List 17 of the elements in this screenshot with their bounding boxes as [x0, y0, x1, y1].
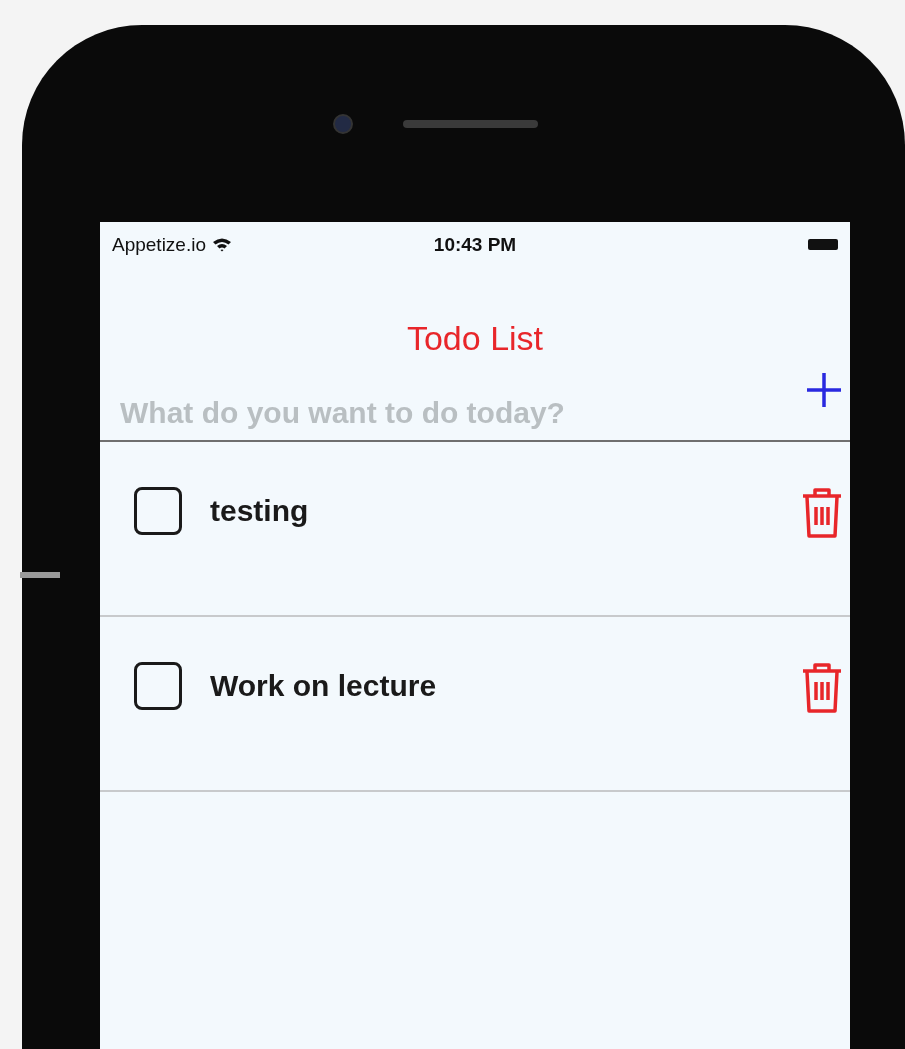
battery-icon — [808, 239, 838, 250]
delete-button[interactable] — [800, 662, 844, 714]
trash-icon — [800, 487, 844, 539]
status-time: 10:43 PM — [433, 233, 517, 256]
trash-icon — [800, 662, 844, 714]
todo-input-field[interactable]: What do you want to do today? — [120, 392, 804, 434]
carrier-label: Appetize.io — [112, 233, 206, 256]
wifi-icon — [212, 237, 232, 252]
todo-checkbox[interactable] — [134, 662, 182, 710]
screen-title: Todo List — [406, 319, 544, 358]
delete-button[interactable] — [800, 487, 844, 539]
plus-icon — [804, 370, 844, 410]
todo-text: testing — [210, 493, 309, 529]
add-button[interactable] — [804, 370, 844, 410]
todo-text: Work on lecture — [210, 668, 437, 704]
camera-icon — [332, 113, 353, 134]
todo-checkbox[interactable] — [134, 487, 182, 535]
